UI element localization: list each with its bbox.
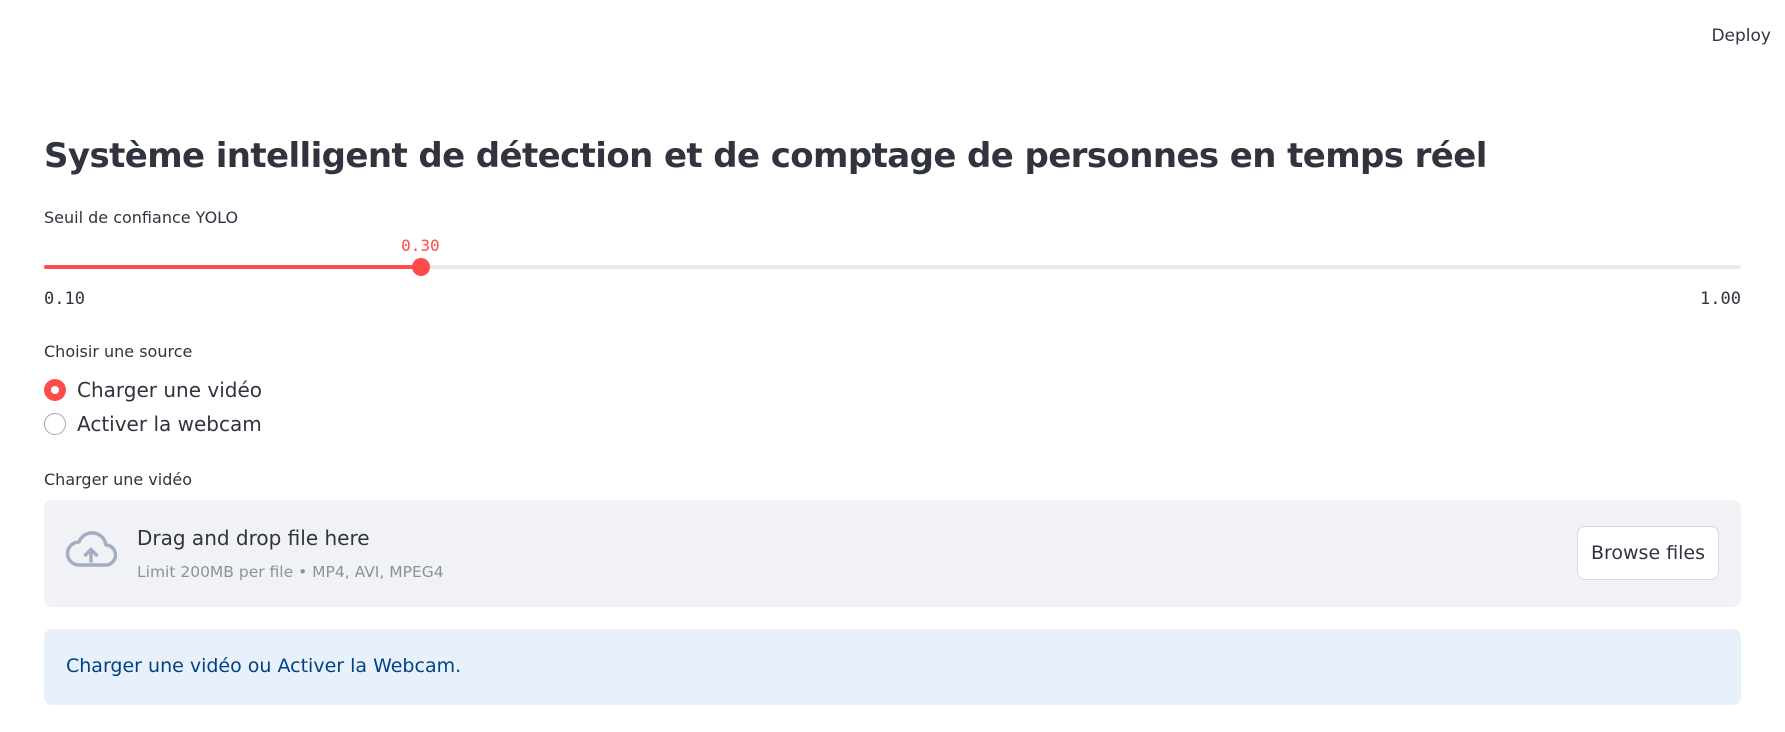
radio-option-label: Charger une vidéo bbox=[77, 378, 262, 402]
source-radio-label: Choisir une source bbox=[44, 342, 193, 361]
uploader-label: Charger une vidéo bbox=[44, 470, 192, 489]
radio-option-webcam[interactable]: Activer la webcam bbox=[44, 412, 262, 436]
radio-unselected-icon[interactable] bbox=[44, 413, 66, 435]
page-title: Système intelligent de détection et de c… bbox=[44, 136, 1487, 176]
browse-files-button[interactable]: Browse files bbox=[1577, 526, 1719, 580]
app-page: Deploy Système intelligent de détection … bbox=[0, 0, 1785, 732]
radio-option-label: Activer la webcam bbox=[77, 412, 262, 436]
deploy-button[interactable]: Deploy bbox=[1711, 26, 1771, 46]
radio-option-upload-video[interactable]: Charger une vidéo bbox=[44, 378, 262, 402]
dropzone-title: Drag and drop file here bbox=[137, 526, 370, 550]
info-alert: Charger une vidéo ou Activer la Webcam. bbox=[44, 629, 1741, 705]
confidence-slider-track[interactable] bbox=[44, 258, 1741, 276]
slider-min-label: 0.10 bbox=[44, 289, 85, 309]
cloud-upload-icon bbox=[65, 530, 118, 574]
dropzone-limit-text: Limit 200MB per file • MP4, AVI, MPEG4 bbox=[137, 563, 444, 581]
file-dropzone[interactable]: Drag and drop file here Limit 200MB per … bbox=[44, 500, 1741, 607]
slider-current-value: 0.30 bbox=[401, 236, 440, 255]
slider-label: Seuil de confiance YOLO bbox=[44, 208, 239, 227]
slider-thumb[interactable] bbox=[412, 258, 431, 276]
radio-selected-icon[interactable] bbox=[44, 379, 66, 401]
slider-max-label: 1.00 bbox=[1700, 289, 1741, 309]
slider-fill bbox=[44, 265, 422, 269]
info-alert-text: Charger une vidéo ou Activer la Webcam. bbox=[66, 655, 462, 677]
